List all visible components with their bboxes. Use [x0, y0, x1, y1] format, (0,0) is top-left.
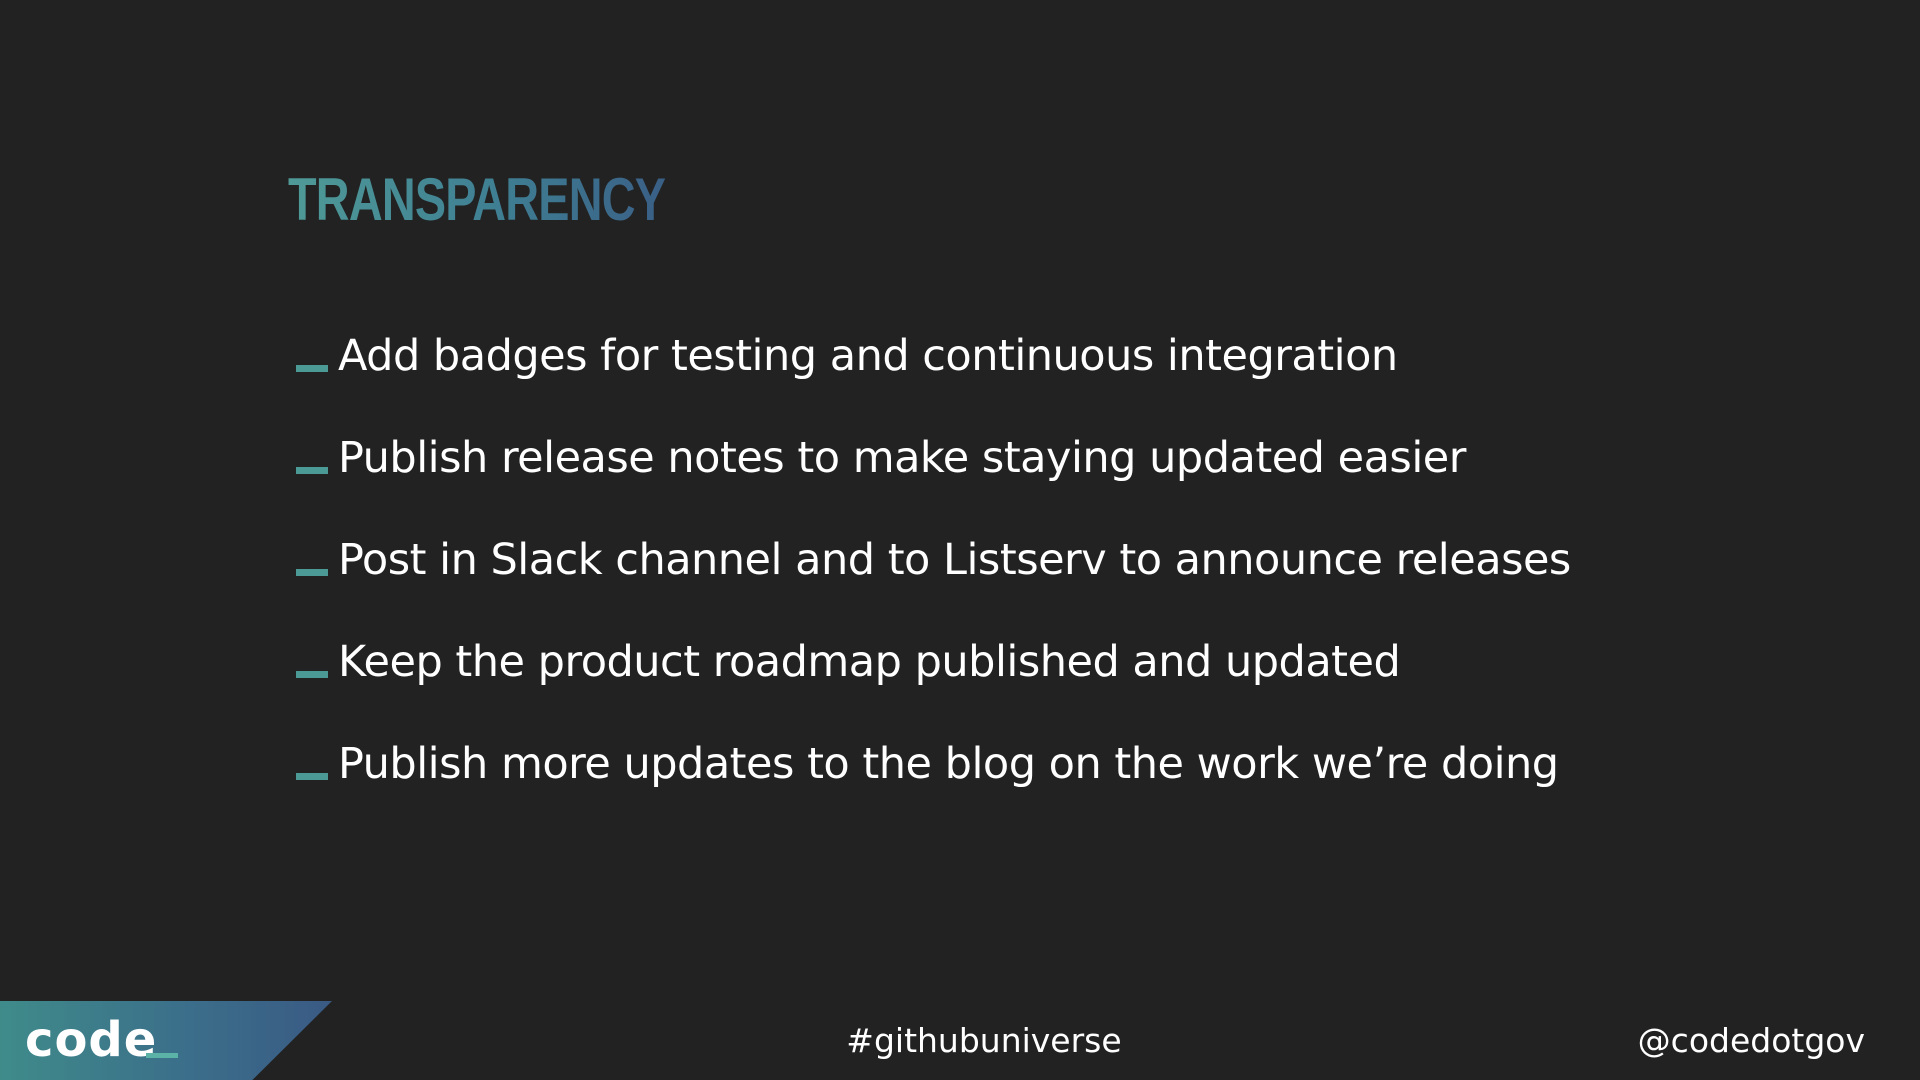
- bullet-item: Post in Slack channel and to Listserv to…: [296, 509, 1571, 611]
- dash-bullet-icon: [296, 670, 328, 678]
- bullet-item: Publish more updates to the blog on the …: [296, 713, 1571, 815]
- dash-bullet-icon: [296, 772, 328, 780]
- bullet-text: Post in Slack channel and to Listserv to…: [338, 535, 1571, 585]
- bullet-item: Publish release notes to make staying up…: [296, 407, 1571, 509]
- bullet-text: Publish more updates to the blog on the …: [338, 739, 1559, 789]
- bullet-text: Publish release notes to make staying up…: [338, 433, 1466, 483]
- dash-bullet-icon: [296, 364, 328, 372]
- slide: TRANSPARENCY Add badges for testing and …: [0, 0, 1920, 1080]
- bullet-item: Keep the product roadmap published and u…: [296, 611, 1571, 713]
- slide-title: TRANSPARENCY: [288, 160, 666, 240]
- bullet-text: Keep the product roadmap published and u…: [338, 637, 1401, 687]
- bullet-text: Add badges for testing and continuous in…: [338, 331, 1398, 381]
- dash-bullet-icon: [296, 568, 328, 576]
- bullet-list: Add badges for testing and continuous in…: [296, 305, 1571, 815]
- footer-handle: @codedotgov: [1637, 1021, 1865, 1060]
- dash-bullet-icon: [296, 466, 328, 474]
- bullet-item: Add badges for testing and continuous in…: [296, 305, 1571, 407]
- footer-hashtag: #githubuniverse: [846, 1021, 1122, 1060]
